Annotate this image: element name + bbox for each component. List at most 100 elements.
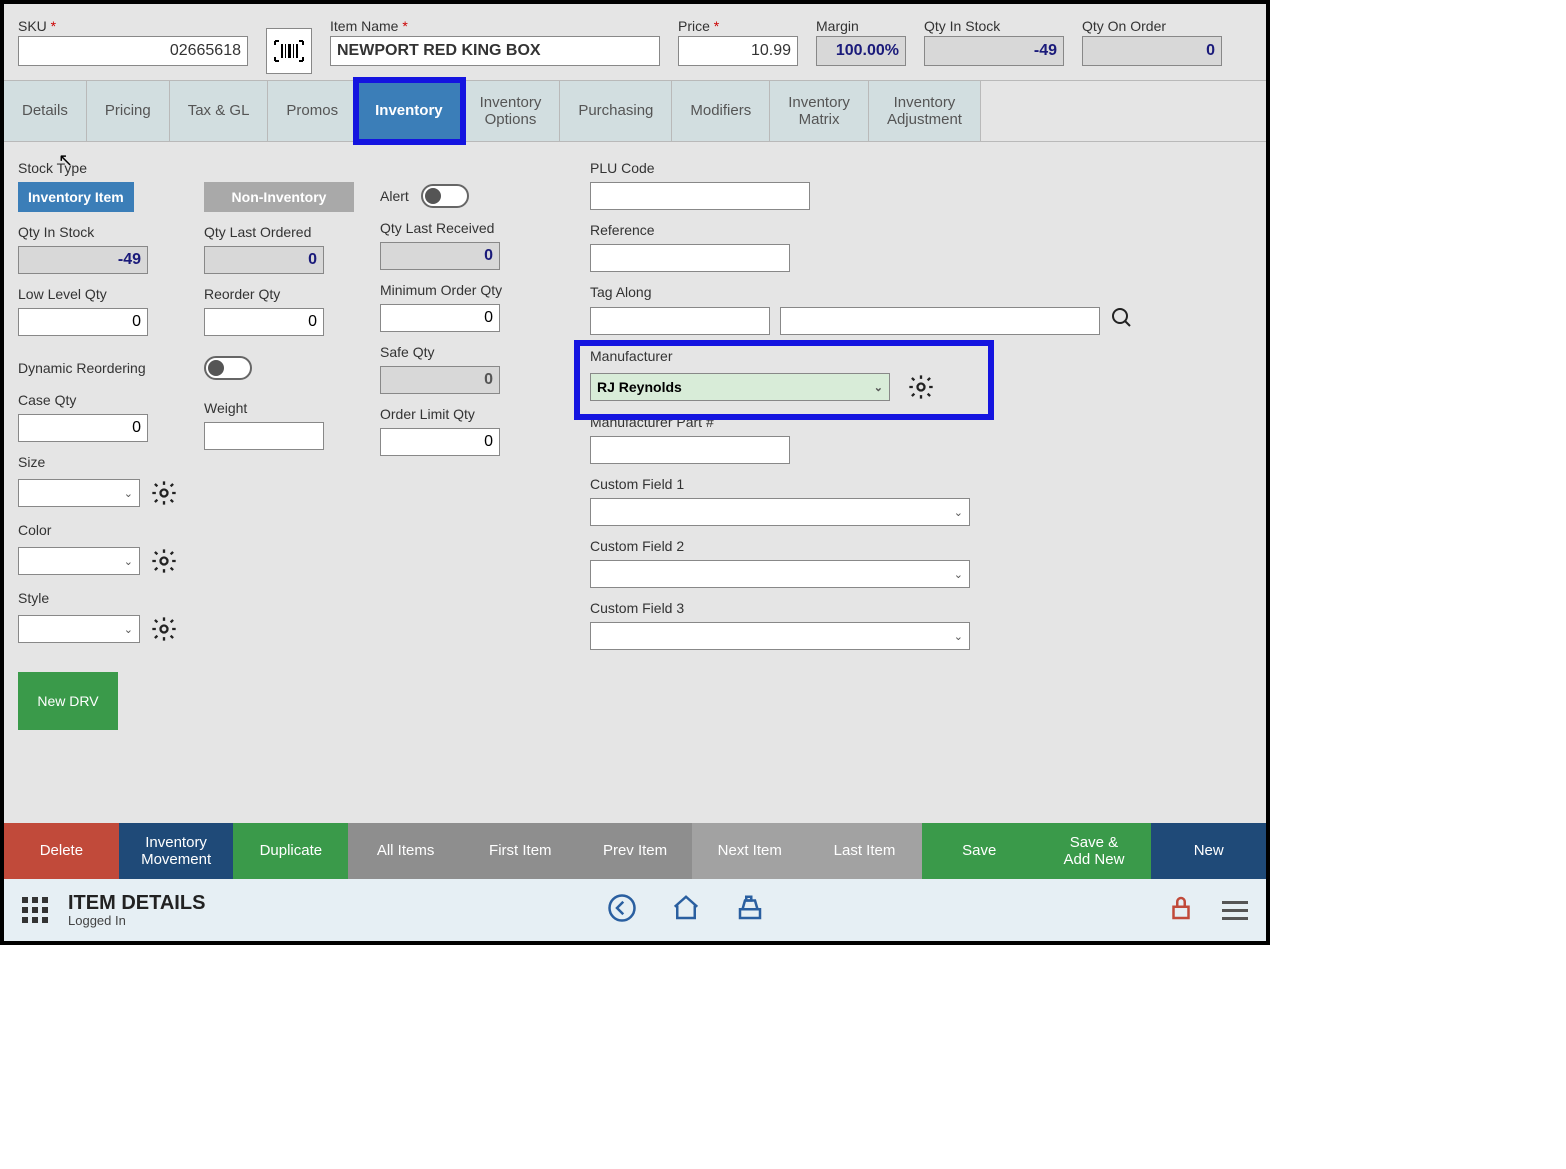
qty-last-received-label: Qty Last Received bbox=[380, 220, 560, 236]
dynamic-reordering-label: Dynamic Reordering bbox=[18, 360, 178, 376]
safe-qty-label: Safe Qty bbox=[380, 344, 560, 360]
apps-grid-button[interactable] bbox=[22, 897, 48, 923]
tab-modifiers[interactable]: Modifiers bbox=[672, 81, 770, 141]
sku-input[interactable]: 02665618 bbox=[18, 36, 248, 66]
duplicate-button[interactable]: Duplicate bbox=[233, 823, 348, 879]
color-select[interactable]: ⌄ bbox=[18, 547, 140, 575]
color-settings-button[interactable] bbox=[150, 544, 178, 578]
custom-field-2-select[interactable]: ⌄ bbox=[590, 560, 970, 588]
tab-inventory[interactable]: Inventory bbox=[357, 81, 462, 141]
reference-label: Reference bbox=[590, 222, 1252, 238]
reference-input[interactable] bbox=[590, 244, 790, 272]
chevron-down-icon: ⌄ bbox=[954, 630, 963, 643]
weight-label: Weight bbox=[204, 400, 354, 416]
stock-type-label: Stock Type bbox=[18, 160, 178, 176]
new-button[interactable]: New bbox=[1151, 823, 1266, 879]
order-limit-qty-label: Order Limit Qty bbox=[380, 406, 560, 422]
tab-purchasing[interactable]: Purchasing bbox=[560, 81, 672, 141]
first-item-button[interactable]: First Item bbox=[463, 823, 578, 879]
home-button[interactable] bbox=[671, 893, 701, 928]
barcode-button[interactable] bbox=[266, 28, 312, 74]
color-label: Color bbox=[18, 522, 178, 538]
dynamic-reordering-toggle[interactable] bbox=[204, 356, 252, 380]
last-item-button[interactable]: Last Item bbox=[807, 823, 922, 879]
item-name-label: Item Name bbox=[330, 18, 660, 34]
weight-input[interactable] bbox=[204, 422, 324, 450]
qty-last-received-display: 0 bbox=[380, 242, 500, 270]
manufacturer-select[interactable]: RJ Reynolds⌄ bbox=[590, 373, 890, 401]
gear-icon bbox=[150, 547, 178, 575]
custom-field-3-select[interactable]: ⌄ bbox=[590, 622, 970, 650]
manufacturer-label: Manufacturer bbox=[590, 348, 1252, 364]
tab-tax-gl[interactable]: Tax & GL bbox=[170, 81, 269, 141]
size-select[interactable]: ⌄ bbox=[18, 479, 140, 507]
gear-icon bbox=[150, 615, 178, 643]
order-limit-qty-input[interactable]: 0 bbox=[380, 428, 500, 456]
tab-inventory-adjustment[interactable]: Inventory Adjustment bbox=[869, 81, 981, 141]
chevron-down-icon: ⌄ bbox=[124, 555, 133, 568]
plu-code-input[interactable] bbox=[590, 182, 810, 210]
menu-button[interactable] bbox=[1222, 901, 1248, 920]
chevron-down-icon: ⌄ bbox=[124, 623, 133, 636]
inventory-movement-button[interactable]: Inventory Movement bbox=[119, 823, 234, 879]
case-qty-input[interactable]: 0 bbox=[18, 414, 148, 442]
low-level-qty-input[interactable]: 0 bbox=[18, 308, 148, 336]
style-settings-button[interactable] bbox=[150, 612, 178, 646]
margin-label: Margin bbox=[816, 18, 906, 34]
qty-in-stock-display: -49 bbox=[18, 246, 148, 274]
login-status: Logged In bbox=[68, 913, 205, 928]
style-label: Style bbox=[18, 590, 178, 606]
manufacturer-settings-button[interactable] bbox=[904, 370, 938, 404]
cursor-icon: ↖ bbox=[58, 150, 73, 171]
tab-inventory-matrix[interactable]: Inventory Matrix bbox=[770, 81, 869, 141]
style-select[interactable]: ⌄ bbox=[18, 615, 140, 643]
tab-promos[interactable]: Promos bbox=[268, 81, 357, 141]
price-input[interactable]: 10.99 bbox=[678, 36, 798, 66]
stock-type-inventory-item-button[interactable]: Inventory Item bbox=[18, 182, 134, 212]
qty-on-order-label: Qty On Order bbox=[1082, 18, 1222, 34]
delete-button[interactable]: Delete bbox=[4, 823, 119, 879]
all-items-button[interactable]: All Items bbox=[348, 823, 463, 879]
custom-field-1-select[interactable]: ⌄ bbox=[590, 498, 970, 526]
tag-along-label: Tag Along bbox=[590, 284, 1252, 300]
register-button[interactable] bbox=[735, 893, 765, 928]
qty-in-stock-header-label: Qty In Stock bbox=[924, 18, 1064, 34]
save-button[interactable]: Save bbox=[922, 823, 1037, 879]
search-icon bbox=[1110, 306, 1134, 330]
prev-item-button[interactable]: Prev Item bbox=[578, 823, 693, 879]
qty-in-stock-header-display: -49 bbox=[924, 36, 1064, 66]
save-add-new-button[interactable]: Save & Add New bbox=[1037, 823, 1152, 879]
qty-in-stock-label: Qty In Stock bbox=[18, 224, 178, 240]
tag-along-code-input[interactable] bbox=[590, 307, 770, 335]
tab-pricing[interactable]: Pricing bbox=[87, 81, 170, 141]
page-title: ITEM DETAILS bbox=[68, 893, 205, 913]
stock-type-non-inventory-button[interactable]: Non-Inventory bbox=[204, 182, 354, 212]
chevron-down-icon: ⌄ bbox=[954, 506, 963, 519]
chevron-down-icon: ⌄ bbox=[954, 568, 963, 581]
alert-label: Alert bbox=[380, 188, 409, 204]
header-bar: SKU 02665618 Item Name NEWPORT RED KING … bbox=[4, 4, 1266, 80]
custom-field-1-label: Custom Field 1 bbox=[590, 476, 1252, 492]
tab-details[interactable]: Details bbox=[4, 81, 87, 141]
min-order-qty-input[interactable]: 0 bbox=[380, 304, 500, 332]
size-settings-button[interactable] bbox=[150, 476, 178, 510]
alert-toggle[interactable] bbox=[421, 184, 469, 208]
item-name-input[interactable]: NEWPORT RED KING BOX bbox=[330, 36, 660, 66]
next-item-button[interactable]: Next Item bbox=[692, 823, 807, 879]
safe-qty-display: 0 bbox=[380, 366, 500, 394]
action-bar: Delete Inventory Movement Duplicate All … bbox=[4, 823, 1266, 879]
tag-along-desc-input[interactable] bbox=[780, 307, 1100, 335]
qty-last-ordered-display: 0 bbox=[204, 246, 324, 274]
lock-button[interactable] bbox=[1166, 893, 1196, 928]
custom-field-3-label: Custom Field 3 bbox=[590, 600, 1252, 616]
manufacturer-part-input[interactable] bbox=[590, 436, 790, 464]
cash-register-icon bbox=[735, 893, 765, 923]
case-qty-label: Case Qty bbox=[18, 392, 178, 408]
tag-along-search-button[interactable] bbox=[1110, 306, 1134, 336]
gear-icon bbox=[150, 479, 178, 507]
back-button[interactable] bbox=[607, 893, 637, 928]
reorder-qty-input[interactable]: 0 bbox=[204, 308, 324, 336]
new-drv-button[interactable]: New DRV bbox=[18, 672, 118, 730]
tab-inventory-options[interactable]: Inventory Options bbox=[462, 81, 561, 141]
custom-field-2-label: Custom Field 2 bbox=[590, 538, 1252, 554]
